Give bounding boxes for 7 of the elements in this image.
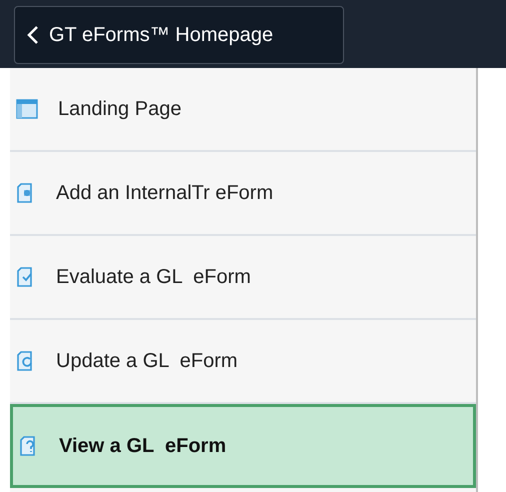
sidebar-item[interactable]: Evaluate a GL eForm bbox=[10, 236, 476, 320]
sidebar-item[interactable]: View a GL eForm bbox=[10, 404, 476, 488]
window-icon bbox=[16, 99, 38, 119]
chevron-left-icon bbox=[27, 25, 39, 45]
sidebar-item[interactable]: Add an InternalTr eForm bbox=[10, 152, 476, 236]
sidebar-item[interactable]: Landing Page bbox=[10, 68, 476, 152]
back-button[interactable]: GT eForms™ Homepage bbox=[14, 6, 344, 64]
